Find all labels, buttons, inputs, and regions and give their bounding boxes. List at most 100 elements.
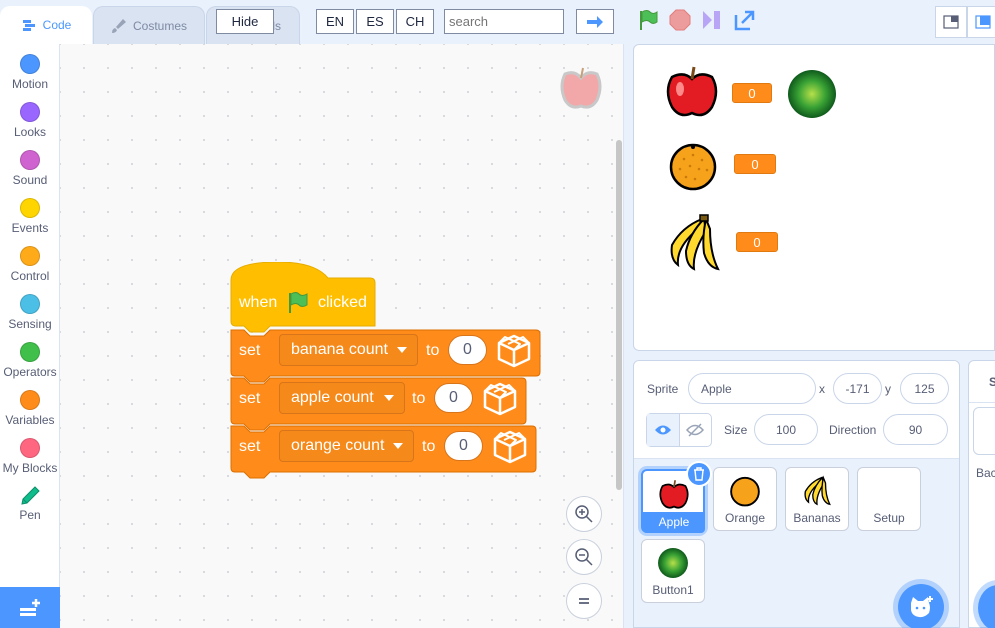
variables-category-icon (493, 430, 527, 464)
variable-dropdown[interactable]: orange count (279, 430, 414, 462)
banana-count-monitor: 0 (736, 232, 778, 252)
sprite-tile-bananas[interactable]: Bananas (785, 467, 849, 531)
category-label: Motion (11, 77, 49, 91)
sensing-dot-icon (20, 294, 40, 314)
category-control[interactable]: Control (0, 240, 60, 288)
green-flag-icon (289, 292, 308, 313)
workspace-scrollbar[interactable] (616, 140, 622, 490)
sprite-name: Orange (724, 511, 766, 525)
set-keyword: set (239, 390, 261, 407)
lang-es-button[interactable]: ES (356, 9, 394, 34)
value-input[interactable]: 0 (448, 335, 487, 365)
sprite-name-field[interactable]: Apple (688, 373, 816, 404)
button1-sprite-icon[interactable] (787, 69, 837, 119)
category-my-blocks[interactable]: My Blocks (0, 432, 60, 480)
x-label: x (819, 382, 825, 396)
delete-sprite-button[interactable] (686, 461, 712, 487)
stage-thumbnail[interactable] (973, 407, 995, 455)
sprite-thumb (786, 474, 848, 508)
x-field[interactable]: -171 (833, 373, 882, 404)
set-keyword: set (239, 342, 261, 359)
choose-sprite-button[interactable] (898, 584, 944, 628)
events-dot-icon (20, 198, 40, 218)
category-motion[interactable]: Motion (0, 48, 60, 96)
value-input[interactable]: 0 (444, 431, 483, 461)
stage-header-label: St (989, 375, 995, 389)
lang-en-button[interactable]: EN (316, 9, 354, 34)
variables-category-icon (497, 334, 531, 368)
tab-costumes-label: Costumes (132, 18, 188, 33)
zoom-reset-button[interactable] (566, 583, 602, 619)
sprite-thumb (642, 546, 704, 580)
variable-dropdown[interactable]: banana count (279, 334, 418, 366)
direction-field[interactable]: 90 (883, 414, 948, 445)
stage-canvas[interactable]: 0 0 0 (633, 44, 995, 351)
eye-slash-icon (686, 423, 705, 437)
zoom-in-icon (575, 505, 593, 523)
go-button[interactable] (576, 9, 614, 34)
category-events[interactable]: Events (0, 192, 60, 240)
backdrops-label: Bac (976, 466, 995, 480)
to-keyword: to (426, 342, 440, 359)
sprite-ghost-apple-icon (560, 67, 602, 109)
category-sensing[interactable]: Sensing (0, 288, 60, 336)
y-field[interactable]: 125 (900, 373, 949, 404)
zoom-in-button[interactable] (566, 496, 602, 532)
orange-count-monitor: 0 (734, 154, 776, 174)
small-stage-button[interactable] (935, 6, 967, 38)
large-stage-button[interactable] (967, 6, 995, 38)
looks-dot-icon (20, 102, 40, 122)
small-stage-icon (943, 15, 959, 29)
category-pen[interactable]: Pen (0, 480, 60, 528)
add-extension-button[interactable] (0, 587, 60, 628)
sprite-thumb (714, 474, 776, 508)
category-label: Looks (13, 125, 47, 139)
size-field[interactable]: 100 (754, 414, 818, 445)
apple-sprite-icon (666, 66, 718, 117)
eye-icon (654, 425, 671, 435)
sprite-name: Apple (643, 512, 705, 533)
sprite-label: Sprite (647, 382, 679, 396)
lang-ch-button[interactable]: CH (396, 9, 434, 34)
stop-icon[interactable] (669, 9, 691, 31)
sprite-tile-setup[interactable]: Setup (857, 467, 921, 531)
y-label: y (885, 382, 891, 396)
category-variables[interactable]: Variables (0, 384, 60, 432)
category-label: Events (11, 221, 49, 235)
tab-costumes[interactable]: Costumes (93, 6, 205, 44)
arrow-right-icon (587, 15, 603, 28)
category-operators[interactable]: Operators (0, 336, 60, 384)
category-looks[interactable]: Looks (0, 96, 60, 144)
variable-name: banana count (291, 341, 388, 358)
tab-code[interactable]: Code (0, 6, 92, 44)
button1-thumb-icon (658, 548, 688, 578)
search-input[interactable] (444, 9, 564, 34)
zoom-out-button[interactable] (566, 539, 602, 575)
category-label: Variables (5, 413, 55, 427)
show-button[interactable] (647, 414, 680, 446)
hide-button[interactable]: Hide (216, 9, 274, 34)
green-flag-icon[interactable] (637, 9, 659, 31)
hat-when-text: when (239, 294, 278, 311)
my-blocks-dot-icon (20, 438, 40, 458)
variable-dropdown[interactable]: apple count (279, 382, 405, 414)
tab-code-label: Code (42, 18, 72, 32)
orange-sprite-icon (669, 143, 717, 191)
value-input[interactable]: 0 (434, 383, 473, 413)
size-label: Size (724, 423, 748, 437)
variable-name: orange count (291, 437, 385, 454)
category-label: Sensing (8, 317, 52, 331)
sprite-tile-orange[interactable]: Orange (713, 467, 777, 531)
category-sound[interactable]: Sound (0, 144, 60, 192)
hide-sprite-button[interactable] (680, 414, 712, 446)
operators-dot-icon (20, 342, 40, 362)
paintbrush-icon (111, 18, 126, 33)
sprite-tile-button1[interactable]: Button1 (641, 539, 705, 603)
dropdown-arrow-icon (397, 347, 407, 353)
set-keyword: set (239, 438, 261, 455)
pen-icon (21, 486, 40, 505)
fullscreen-icon[interactable] (734, 9, 756, 31)
sprite-name: Setup (873, 511, 905, 525)
turbo-icon[interactable] (701, 9, 723, 31)
hat-clicked-text: clicked (318, 294, 367, 311)
